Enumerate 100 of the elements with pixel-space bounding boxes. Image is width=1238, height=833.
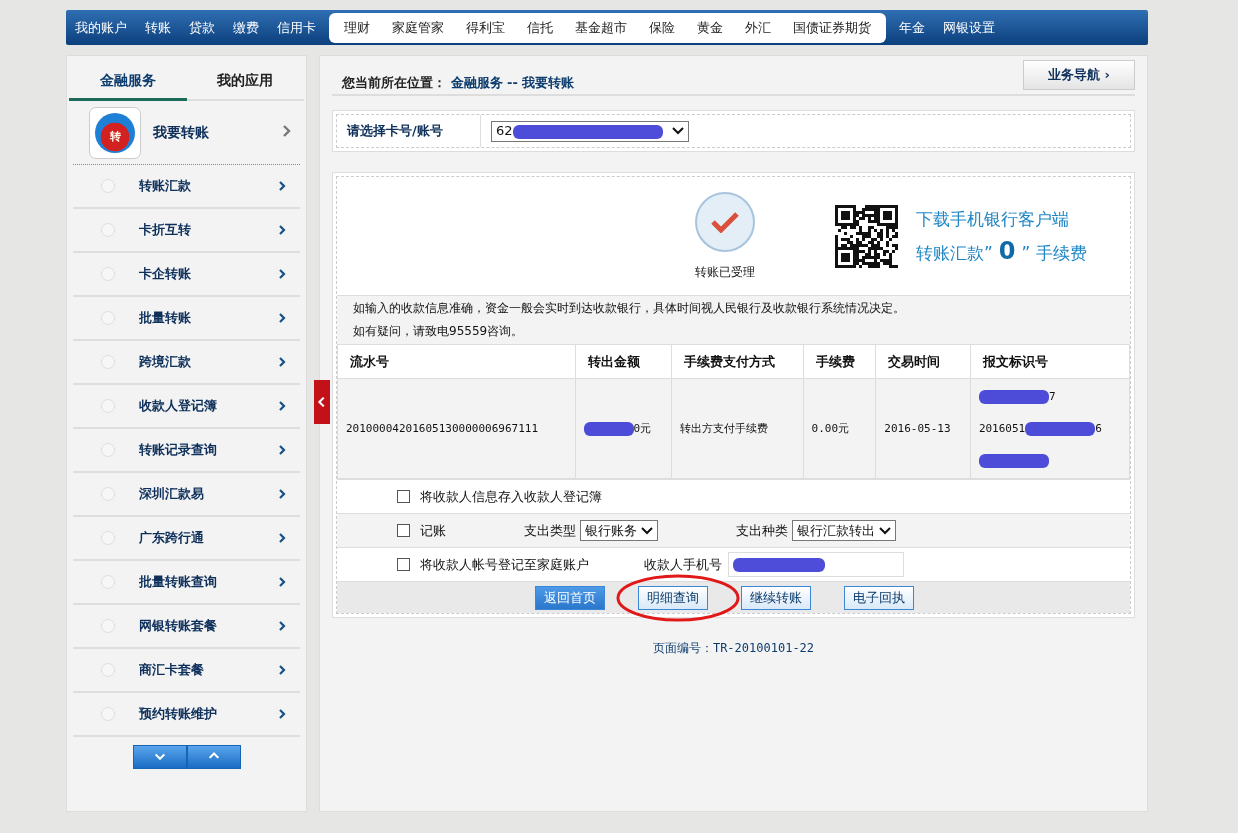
account-label: 请选择卡号/账号 [337, 115, 481, 147]
notice-text: 如输入的收款信息准确，资金一般会实时到达收款银行，具体时间视人民银行及收款银行系统情况决定。 [353, 300, 906, 317]
radio-icon [101, 619, 115, 633]
chevron-right-icon [278, 664, 286, 676]
scroll-down-button[interactable] [132, 745, 187, 769]
sidebar-item[interactable]: 商汇卡套餐 [73, 649, 300, 693]
nav-link[interactable]: 外汇 [734, 18, 782, 37]
field-label: 收款人手机号 [644, 555, 722, 574]
column-header: 手续费 [803, 344, 876, 379]
radio-icon [101, 311, 115, 325]
nav-link[interactable]: 得利宝 [455, 18, 516, 37]
account-select[interactable]: 62 [491, 120, 689, 142]
phone-field[interactable] [728, 552, 904, 577]
table-cell: 6 [1095, 422, 1102, 435]
table-cell: 2016-05-13 [884, 422, 951, 435]
scroll-up-button[interactable] [186, 745, 241, 769]
money-bag-badge: 转 [95, 112, 135, 153]
action-button[interactable]: 继续转账 [741, 585, 811, 610]
action-button[interactable]: 返回首页 [535, 585, 605, 610]
sidebar-item[interactable]: 网银转账套餐 [73, 605, 300, 649]
nav-link[interactable]: 家庭管家 [381, 18, 455, 37]
action-button[interactable]: 明细查询 [638, 585, 708, 610]
nav-link[interactable]: 贷款 [180, 18, 224, 37]
chevron-right-icon [278, 576, 286, 588]
chevron-right-icon [278, 356, 286, 368]
chevron-right-icon [278, 180, 286, 192]
qr-code-icon [835, 204, 898, 268]
nav-link[interactable]: 理财 [333, 18, 381, 37]
column-header: 流水号 [337, 344, 576, 379]
sidebar-tab[interactable]: 我的应用 [186, 72, 304, 101]
checkbox[interactable] [397, 558, 410, 571]
table-cell: 转出方支付手续费 [679, 421, 768, 436]
nav-link[interactable]: 黄金 [686, 18, 734, 37]
sidebar-item[interactable]: 收款人登记簿 [73, 385, 300, 429]
category-select[interactable]: 银行汇款转出 [792, 520, 896, 541]
checkbox[interactable] [397, 524, 410, 537]
page-code: 页面编号：TR-20100101-22 [651, 640, 816, 657]
sidebar-item[interactable]: 转账记录查询 [73, 429, 300, 473]
chevron-right-icon [278, 224, 286, 236]
nav-link[interactable]: 我的账户 [66, 18, 136, 37]
redaction-mark [583, 421, 634, 436]
radio-icon [101, 399, 115, 413]
table-cell: 7 [1048, 390, 1056, 403]
field-label: 支出类型 [524, 521, 576, 540]
nav-link[interactable]: 基金超市 [564, 18, 638, 37]
sidebar-item[interactable]: 转账汇款 [73, 165, 300, 209]
nav-link[interactable]: 转账 [136, 18, 180, 37]
caret-icon [672, 126, 684, 136]
radio-icon [101, 487, 115, 501]
sidebar-item[interactable]: 跨境汇款 [73, 341, 300, 385]
breadcrumb: 您当前所在位置： 金融服务 -- 我要转账 [342, 74, 575, 92]
sidebar-item[interactable]: 预约转账维护 [73, 693, 300, 737]
sidebar-item[interactable]: 深圳汇款易 [73, 473, 300, 517]
table-cell: 2016051 [978, 422, 1026, 435]
notice-text: 如有疑问，请致电95559咨询。 [353, 323, 525, 340]
nav-link[interactable]: 保险 [638, 18, 686, 37]
collapse-button[interactable] [314, 380, 330, 424]
checkbox-label: 将收款人帐号登记至家庭账户 [420, 555, 590, 574]
redaction-mark [1025, 421, 1096, 436]
checkbox[interactable] [397, 490, 410, 503]
sidebar-item[interactable]: 卡企转账 [73, 253, 300, 297]
nav-link[interactable]: 信托 [516, 18, 564, 37]
chevron-right-icon [278, 312, 286, 324]
radio-icon [101, 355, 115, 369]
radio-icon [101, 267, 115, 281]
sidebar-heading: 我要转账 [153, 123, 210, 142]
promo-text: 下载手机银行客户端 [916, 207, 1070, 231]
column-header: 手续费支付方式 [671, 344, 804, 379]
type-select[interactable]: 银行账务 [580, 520, 658, 541]
redaction-mark [978, 453, 1049, 468]
table-cell: 0元 [633, 421, 652, 436]
sidebar-item[interactable]: 批量转账查询 [73, 561, 300, 605]
sidebar-tab[interactable]: 金融服务 [69, 72, 187, 101]
checkbox-label: 将收款人信息存入收款人登记簿 [420, 487, 602, 506]
chevron-right-icon [278, 400, 286, 412]
radio-icon [101, 179, 115, 193]
nav-link[interactable]: 缴费 [224, 18, 268, 37]
sidebar-item[interactable]: 批量转账 [73, 297, 300, 341]
action-button[interactable]: 电子回执 [844, 585, 914, 610]
radio-icon [101, 575, 115, 589]
table-cell: 20100004201605130000006967111 [346, 422, 539, 435]
business-nav-button[interactable]: 业务导航 › [1023, 60, 1135, 90]
radio-icon [101, 531, 115, 545]
chevron-right-icon [278, 488, 286, 500]
radio-icon [101, 223, 115, 237]
column-header: 交易时间 [875, 344, 971, 379]
sidebar-item[interactable]: 卡折互转 [73, 209, 300, 253]
nav-link[interactable]: 网银设置 [934, 18, 1004, 37]
nav-link[interactable]: 信用卡 [268, 18, 325, 37]
column-header: 转出金额 [575, 344, 672, 379]
radio-icon [101, 707, 115, 721]
chevron-right-icon [278, 444, 286, 456]
nav-link[interactable]: 年金 [890, 18, 934, 37]
chevron-right-icon [278, 532, 286, 544]
sidebar-item[interactable]: 广东跨行通 [73, 517, 300, 561]
column-header: 报文标识号 [970, 344, 1130, 379]
field-label: 支出种类 [736, 521, 788, 540]
caret-icon [879, 525, 891, 536]
nav-link[interactable]: 国债证券期货 [782, 18, 882, 37]
checkbox-label: 记账 [420, 521, 447, 540]
